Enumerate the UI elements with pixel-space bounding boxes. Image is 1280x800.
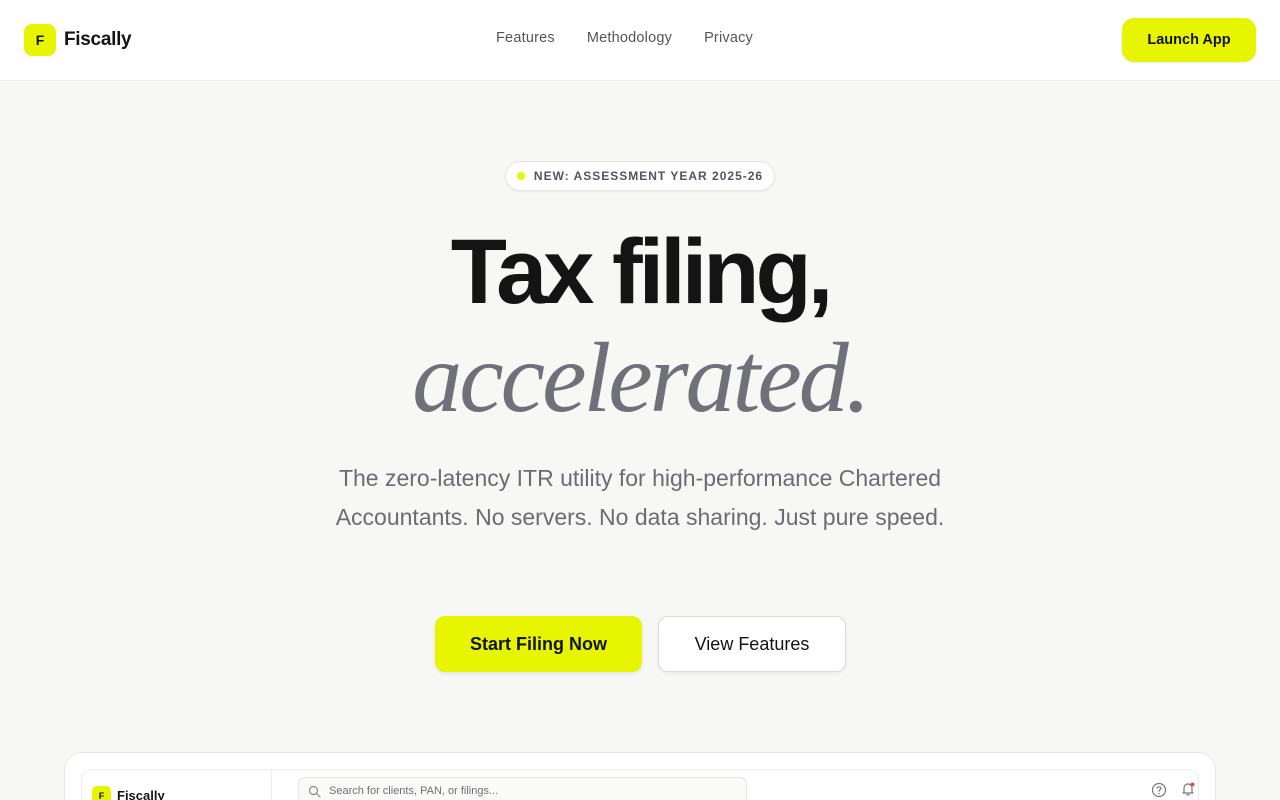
nav-link-methodology[interactable]: Methodology (587, 30, 672, 46)
view-features-button[interactable]: View Features (658, 616, 846, 672)
brand-logo[interactable]: F Fiscally (24, 24, 132, 56)
app-preview-card: F Fiscally Search for clients, PAN, or f… (64, 752, 1216, 800)
preview-brand-name: Fiscally (117, 788, 165, 800)
badge-text: NEW: ASSESSMENT YEAR 2025-26 (533, 169, 764, 183)
brand-name: Fiscally (64, 29, 132, 50)
search-placeholder: Search for clients, PAN, or filings... (329, 785, 499, 797)
search-icon (308, 785, 321, 798)
hero-subtitle: The zero-latency ITR utility for high-pe… (335, 465, 945, 530)
main-nav: Features Methodology Privacy (496, 30, 753, 46)
preview-logo-mark: F (92, 786, 111, 800)
bell-icon[interactable] (1180, 781, 1196, 797)
start-filing-button[interactable]: Start Filing Now (435, 616, 642, 672)
logo-mark: F (24, 24, 56, 56)
top-navigation-bar: F Fiscally Features Methodology Privacy … (0, 0, 1280, 81)
status-dot-icon (516, 172, 525, 180)
preview-brand: F Fiscally (92, 786, 165, 800)
hero-title: Tax filing, (450, 221, 834, 323)
launch-app-button[interactable]: Launch App (1122, 18, 1256, 62)
preview-search-input[interactable]: Search for clients, PAN, or filings... (298, 777, 747, 800)
nav-link-privacy[interactable]: Privacy (704, 30, 753, 46)
nav-link-features[interactable]: Features (496, 30, 555, 46)
app-preview-window: F Fiscally Search for clients, PAN, or f… (81, 769, 1199, 800)
help-icon[interactable] (1151, 782, 1167, 798)
announcement-badge: NEW: ASSESSMENT YEAR 2025-26 (505, 161, 775, 191)
hero-title-accent: accelerated. (412, 322, 870, 433)
preview-sidebar: F Fiscally (82, 770, 272, 800)
